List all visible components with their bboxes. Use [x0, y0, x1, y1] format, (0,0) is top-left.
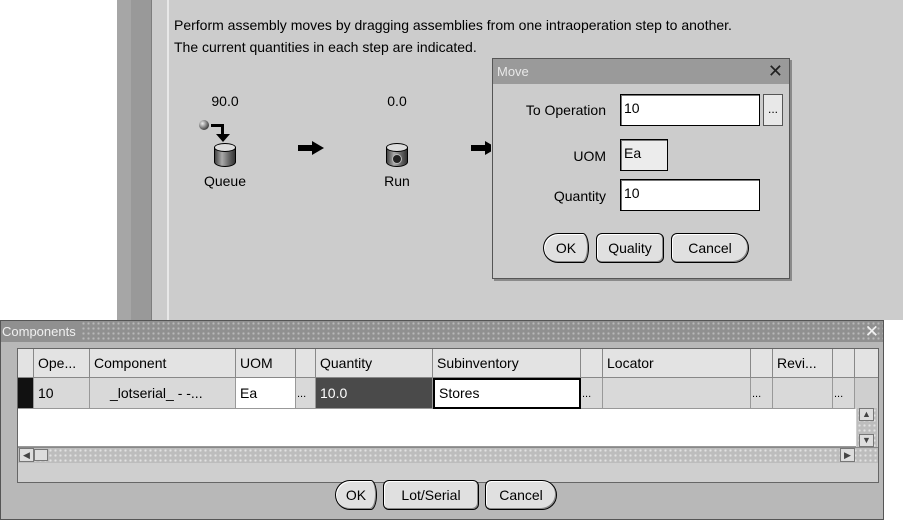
- column-header-uom[interactable]: UOM: [236, 349, 296, 378]
- row-header-corner: [18, 349, 34, 378]
- panel-edge: [117, 0, 131, 320]
- locator-lov-button[interactable]: ...: [751, 378, 773, 409]
- column-header-blank: [833, 349, 855, 378]
- scroll-left-icon[interactable]: ◀: [19, 448, 34, 462]
- column-header-locator[interactable]: Locator: [603, 349, 751, 378]
- cell-revision[interactable]: [773, 378, 833, 409]
- components-window: Components ✕ Ope... Component UOM Quanti…: [0, 320, 884, 520]
- step-queue-icon-wrap[interactable]: Queue: [185, 143, 265, 189]
- column-header-operation[interactable]: Ope...: [34, 349, 90, 378]
- cell-subinventory[interactable]: Stores: [433, 378, 581, 409]
- scroll-down-icon[interactable]: ▼: [859, 434, 874, 447]
- cancel-button[interactable]: Cancel: [671, 233, 749, 263]
- to-operation-field[interactable]: 10: [620, 94, 760, 126]
- to-operation-lov-button[interactable]: ...: [763, 94, 783, 126]
- run-cylinder-icon: [386, 143, 408, 169]
- move-dialog: Move ✕ To Operation 10 ... UOM Ea Quanti…: [492, 58, 790, 279]
- step-run-icon-wrap[interactable]: Run: [357, 143, 437, 189]
- close-icon[interactable]: ✕: [865, 321, 879, 342]
- to-operation-label: To Operation: [525, 102, 606, 118]
- horizontal-scrollbar[interactable]: ◀ ▶: [18, 447, 878, 463]
- ok-button[interactable]: OK: [543, 233, 589, 263]
- components-title: Components: [1, 321, 80, 342]
- step-queue-qty: 90.0: [211, 93, 239, 109]
- cell-operation[interactable]: 10: [34, 378, 90, 409]
- current-row-indicator[interactable]: [18, 378, 34, 409]
- components-titlebar[interactable]: Components ✕: [1, 321, 883, 342]
- ok-button[interactable]: OK: [335, 480, 377, 510]
- cell-locator[interactable]: [603, 378, 751, 409]
- instruction-line-1: Perform assembly moves by dragging assem…: [174, 17, 732, 33]
- vertical-scrollbar[interactable]: ▲ ▼: [857, 408, 877, 448]
- uom-label: UOM: [573, 148, 606, 164]
- revision-lov-button[interactable]: ...: [833, 378, 855, 409]
- step-queue[interactable]: 90.0: [185, 93, 265, 109]
- column-header-component[interactable]: Component: [90, 349, 236, 378]
- instructions: Perform assembly moves by dragging assem…: [174, 14, 903, 58]
- instruction-line-2: The current quantities in each step are …: [174, 39, 477, 55]
- scroll-up-icon[interactable]: ▲: [859, 408, 874, 421]
- column-header-blank: [296, 349, 316, 378]
- scroll-right-icon[interactable]: ▶: [840, 448, 855, 462]
- column-header-quantity[interactable]: Quantity: [316, 349, 433, 378]
- uom-field[interactable]: Ea: [620, 139, 668, 171]
- move-dialog-titlebar[interactable]: Move ✕: [493, 59, 789, 84]
- quantity-field[interactable]: 10: [620, 179, 760, 211]
- quality-button[interactable]: Quality: [596, 233, 664, 263]
- arrow-right-icon: [471, 141, 491, 155]
- step-run-qty: 0.0: [387, 93, 407, 109]
- close-icon[interactable]: ✕: [768, 59, 783, 84]
- column-header-revision[interactable]: Revi...: [773, 349, 833, 378]
- quantity-label: Quantity: [553, 188, 606, 204]
- uom-lov-button[interactable]: ...: [296, 378, 316, 409]
- cell-component[interactable]: _lotserial_ - -...: [90, 378, 236, 409]
- desktop-background: [884, 320, 903, 522]
- column-header-blank: [751, 349, 773, 378]
- components-table: Ope... Component UOM Quantity Subinvento…: [17, 348, 879, 483]
- step-run[interactable]: 0.0: [357, 93, 437, 109]
- cancel-button[interactable]: Cancel: [485, 480, 557, 510]
- lot-serial-button[interactable]: Lot/Serial: [383, 480, 479, 510]
- cell-uom[interactable]: Ea: [236, 378, 296, 409]
- column-header-blank: [855, 349, 878, 378]
- arrow-right-icon: [298, 141, 324, 155]
- step-queue-label: Queue: [203, 173, 247, 189]
- column-header-blank: [581, 349, 603, 378]
- empty-row[interactable]: [18, 409, 856, 447]
- move-dialog-title: Move: [497, 64, 529, 79]
- subinventory-lov-button[interactable]: ...: [581, 378, 603, 409]
- scroll-thumb[interactable]: [34, 449, 48, 461]
- column-header-subinventory[interactable]: Subinventory: [433, 349, 581, 378]
- panel-gutter: [131, 0, 152, 320]
- queue-cylinder-icon: [214, 143, 236, 169]
- cell-quantity[interactable]: 10.0: [316, 378, 433, 409]
- step-run-label: Run: [384, 173, 410, 189]
